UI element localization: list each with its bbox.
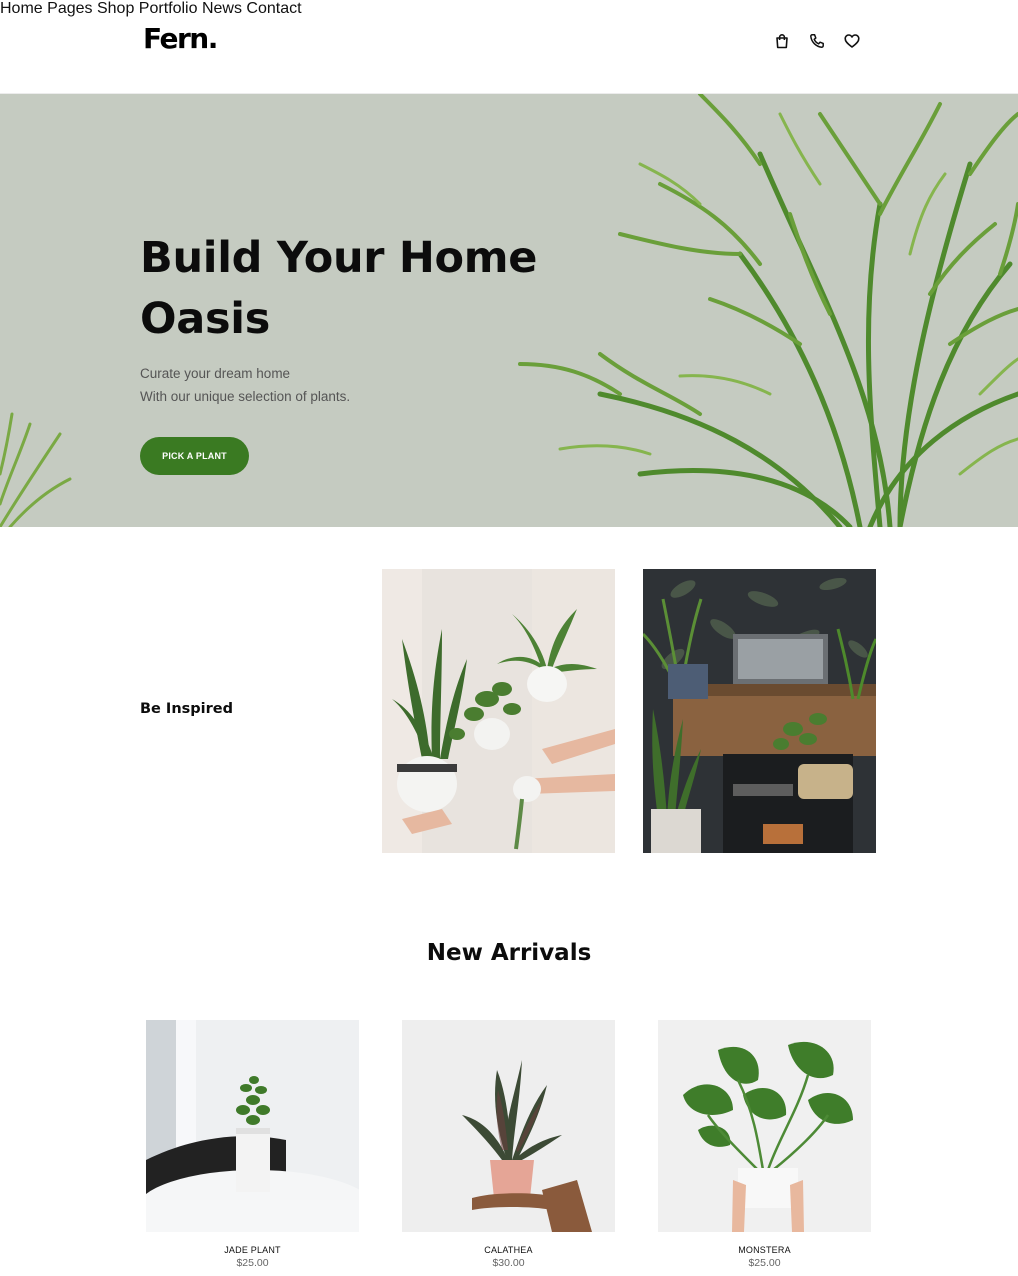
inspired-photo-hands [382,569,615,853]
hero-title-line1: Build Your Home [140,233,538,283]
hero-subtitle: Curate your dream home With our unique s… [140,362,350,408]
heart-icon[interactable] [844,33,860,49]
main-nav: Home Pages Shop Portfolio News Contact [0,0,1018,18]
product-card[interactable]: MONSTERA $25.00 [658,1020,871,1269]
nav-news[interactable]: News [202,0,242,17]
be-inspired-heading: Be Inspired [140,701,233,717]
hero-subtitle-line2: With our unique selection of plants. [140,389,351,404]
product-card[interactable]: CALATHEA $30.00 [402,1020,615,1269]
site-header: Fern. Home Pages Shop Portfolio News Con… [0,0,1018,94]
pick-a-plant-button[interactable]: PICK A PLANT [140,437,249,475]
nav-home[interactable]: Home [0,0,43,17]
inspired-photo-desk [643,569,876,853]
product-image-calathea[interactable] [402,1020,615,1232]
product-price: $25.00 [748,1257,781,1269]
nav-pages[interactable]: Pages [47,0,92,17]
logo[interactable]: Fern. [143,22,218,55]
nav-portfolio[interactable]: Portfolio [139,0,198,17]
product-name[interactable]: JADE PLANT [146,1245,359,1255]
product-image-jade[interactable] [146,1020,359,1232]
product-price: $25.00 [236,1257,269,1269]
hero-title-line2: Oasis [140,294,270,344]
hero-section: Build Your Home Oasis Curate your dream … [0,94,1018,527]
bag-icon[interactable] [774,33,790,49]
product-name[interactable]: CALATHEA [402,1245,615,1255]
new-arrivals-heading: New Arrivals [426,940,592,966]
hero-subtitle-line1: Curate your dream home [140,366,291,381]
phone-icon[interactable] [809,33,825,49]
header-icons [774,33,864,51]
product-name[interactable]: MONSTERA [658,1245,871,1255]
product-card[interactable]: JADE PLANT $25.00 [146,1020,359,1269]
nav-shop[interactable]: Shop [97,0,134,17]
hero-title: Build Your Home Oasis [140,228,560,350]
nav-contact[interactable]: Contact [246,0,301,17]
product-image-monstera[interactable] [658,1020,871,1232]
product-price: $30.00 [492,1257,525,1269]
